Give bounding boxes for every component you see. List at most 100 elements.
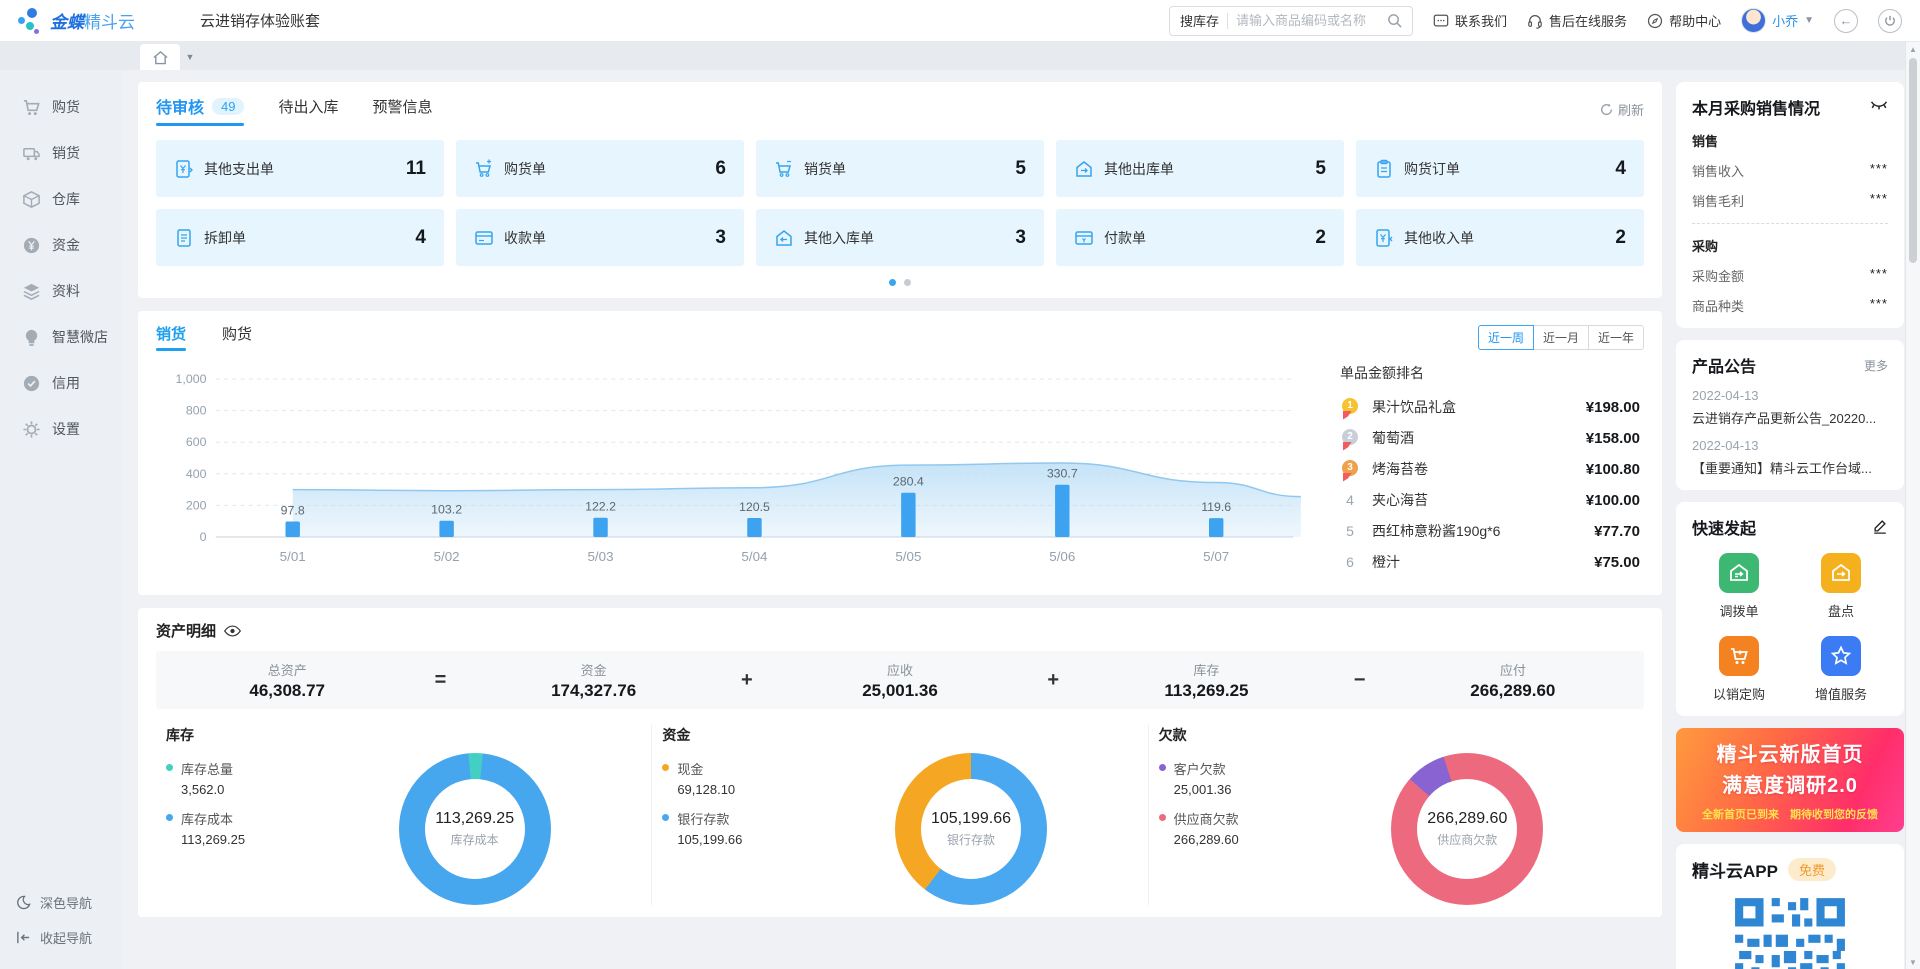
pending-card-payment[interactable]: 付款单 2: [1056, 209, 1344, 266]
inventory-amount: 库存 113,269.25: [1075, 660, 1337, 701]
eye-icon[interactable]: [224, 625, 241, 637]
total-assets: 总资产 46,308.77: [156, 660, 418, 701]
pending-card-other-outbound[interactable]: 其他出库单 5: [1056, 140, 1344, 197]
assets-title: 资产明细: [156, 620, 216, 641]
sidebar-item-sales[interactable]: 销货: [0, 130, 122, 176]
cart-icon: [22, 98, 41, 117]
survey-banner[interactable]: 精斗云新版首页 满意度调研2.0 全新首页已到来 期待收到您的反馈: [1676, 728, 1904, 832]
minus-operator: −: [1338, 669, 1382, 692]
cube-icon: [22, 190, 41, 209]
svg-text:800: 800: [186, 404, 207, 418]
ranking-row[interactable]: 5 西红柿意粉酱190g*6 ¥77.70: [1340, 521, 1640, 541]
edit-quick-actions-button[interactable]: [1872, 518, 1888, 537]
tab-pending-inout[interactable]: 待出入库: [278, 96, 338, 123]
funds-legend: 现金69,128.10 银行存款105,199.66: [662, 759, 804, 905]
equals-operator: =: [418, 669, 462, 692]
dark-nav-toggle[interactable]: 深色导航: [0, 885, 122, 920]
announcement-link[interactable]: 【重要通知】精斗云工作台域...: [1692, 458, 1888, 477]
pending-panel: 待审核 49 待出入库 预警信息 刷新 其他支出单: [138, 82, 1662, 298]
contact-us-link[interactable]: 联系我们: [1433, 11, 1507, 30]
debts-donut-chart: 266,289.60供应商欠款: [1391, 753, 1543, 905]
sidebar-item-credit[interactable]: 信用: [0, 360, 122, 406]
app-logo[interactable]: 金蝶精斗云: [18, 8, 178, 34]
free-badge: 免费: [1788, 858, 1836, 881]
sidebar-item-funds[interactable]: 资金: [0, 222, 122, 268]
more-link[interactable]: 更多: [1864, 357, 1888, 374]
power-icon: [1884, 15, 1896, 27]
quick-action-value-added[interactable]: 增值服务: [1794, 636, 1888, 703]
house-arrow-in-icon: [774, 228, 794, 248]
assets-panel: 资产明细 总资产 46,308.77 = 资金 174,327.76: [138, 608, 1662, 917]
pending-card-receipt[interactable]: 收款单 3: [456, 209, 744, 266]
quick-action-transfer[interactable]: 调拨单: [1692, 553, 1786, 620]
carousel-dot-2[interactable]: [904, 279, 911, 286]
search-input[interactable]: [1236, 13, 1379, 28]
ranking-row[interactable]: 3 烤海苔卷 ¥100.80: [1340, 459, 1640, 479]
search-scope-selector[interactable]: 搜库存: [1180, 11, 1219, 30]
legend-dot: [1159, 764, 1166, 771]
tab-purchase-trend[interactable]: 购货: [222, 323, 252, 351]
after-sales-service-link[interactable]: 售后在线服务: [1527, 11, 1627, 30]
tab-warning-info[interactable]: 预警信息: [373, 96, 433, 123]
collapse-icon: [16, 930, 31, 945]
vertical-scrollbar[interactable]: ▲ ▼: [1905, 42, 1920, 969]
message-icon: [1433, 13, 1449, 29]
range-week-button[interactable]: 近一周: [1478, 325, 1534, 350]
pending-card-other-expense[interactable]: 其他支出单 11: [156, 140, 444, 197]
app-card: 精斗云APP 免费: [1676, 844, 1904, 969]
refresh-icon: [1600, 103, 1613, 116]
scrollbar-thumb[interactable]: [1909, 58, 1917, 263]
search-icon[interactable]: [1387, 13, 1402, 28]
funds-donut-chart: 105,199.66银行存款: [895, 753, 1047, 905]
ranking-row[interactable]: 1 果汁饮品礼盒 ¥198.00: [1340, 397, 1640, 417]
gear-icon: [22, 420, 41, 439]
collapse-nav-button[interactable]: 收起导航: [0, 920, 122, 955]
help-center-link[interactable]: 帮助中心: [1647, 11, 1721, 30]
donut-section-funds: 资金 现金69,128.10 银行存款105,199.66: [652, 725, 1148, 905]
quick-action-purchase-by-sales[interactable]: 以销定购: [1692, 636, 1786, 703]
sidebar-item-settings[interactable]: 设置: [0, 406, 122, 452]
back-button[interactable]: ←: [1834, 9, 1858, 33]
logo-text-bold: 金蝶: [50, 13, 84, 32]
svg-text:5/04: 5/04: [741, 549, 767, 564]
svg-text:400: 400: [186, 467, 207, 481]
quick-action-stocktake[interactable]: 盘点: [1794, 553, 1888, 620]
tab-dropdown-button[interactable]: ▼: [180, 44, 200, 70]
sidebar-item-data[interactable]: 资料: [0, 268, 122, 314]
pending-card-purchase-order[interactable]: 购货单 6: [456, 140, 744, 197]
refresh-button[interactable]: 刷新: [1600, 100, 1644, 119]
silver-medal-icon: 2: [1340, 429, 1360, 448]
svg-text:97.8: 97.8: [281, 504, 305, 518]
range-year-button[interactable]: 近一年: [1588, 325, 1644, 350]
pending-card-other-inbound[interactable]: 其他入库单 3: [756, 209, 1044, 266]
home-tab[interactable]: [140, 44, 180, 70]
pending-cards-grid: 其他支出单 11 购货单 6 销货单 5: [156, 140, 1644, 266]
scroll-up-arrow[interactable]: ▲: [1906, 42, 1920, 56]
user-menu[interactable]: 小乔 ▼: [1741, 8, 1814, 33]
sidebar-item-warehouse[interactable]: 仓库: [0, 176, 122, 222]
search-box[interactable]: 搜库存: [1169, 6, 1413, 36]
pending-card-other-income[interactable]: 其他收入单 2: [1356, 209, 1644, 266]
tab-sales-trend[interactable]: 销货: [156, 323, 186, 351]
ranking-row[interactable]: 4 夹心海苔 ¥100.00: [1340, 490, 1640, 510]
ranking-row[interactable]: 2 葡萄酒 ¥158.00: [1340, 428, 1640, 448]
bank-card-icon: [474, 228, 494, 248]
hide-values-toggle[interactable]: [1870, 99, 1888, 115]
ranking-row[interactable]: 6 橙汁 ¥75.00: [1340, 552, 1640, 572]
pending-card-purchase-request[interactable]: 购货订单 4: [1356, 140, 1644, 197]
pending-card-disassembly[interactable]: 拆卸单 4: [156, 209, 444, 266]
range-month-button[interactable]: 近一月: [1533, 325, 1589, 350]
tab-pending-approval[interactable]: 待审核 49: [156, 94, 244, 124]
sidebar-item-purchase[interactable]: 购货: [0, 84, 122, 130]
svg-text:5/01: 5/01: [280, 549, 306, 564]
carousel-dot-1[interactable]: [889, 279, 896, 286]
scroll-down-arrow[interactable]: ▼: [1906, 955, 1920, 969]
announcement-link[interactable]: 云进销存产品更新公告_20220...: [1692, 408, 1888, 427]
compass-icon: [1647, 13, 1663, 29]
pending-card-sales-order[interactable]: 销货单 5: [756, 140, 1044, 197]
payable-amount: 应付 266,289.60: [1382, 660, 1644, 701]
logo-icon: [18, 8, 42, 34]
sidebar-item-smart-shop[interactable]: 智慧微店: [0, 314, 122, 360]
house-arrow-out-icon: [1074, 159, 1094, 179]
logout-button[interactable]: [1878, 9, 1902, 33]
